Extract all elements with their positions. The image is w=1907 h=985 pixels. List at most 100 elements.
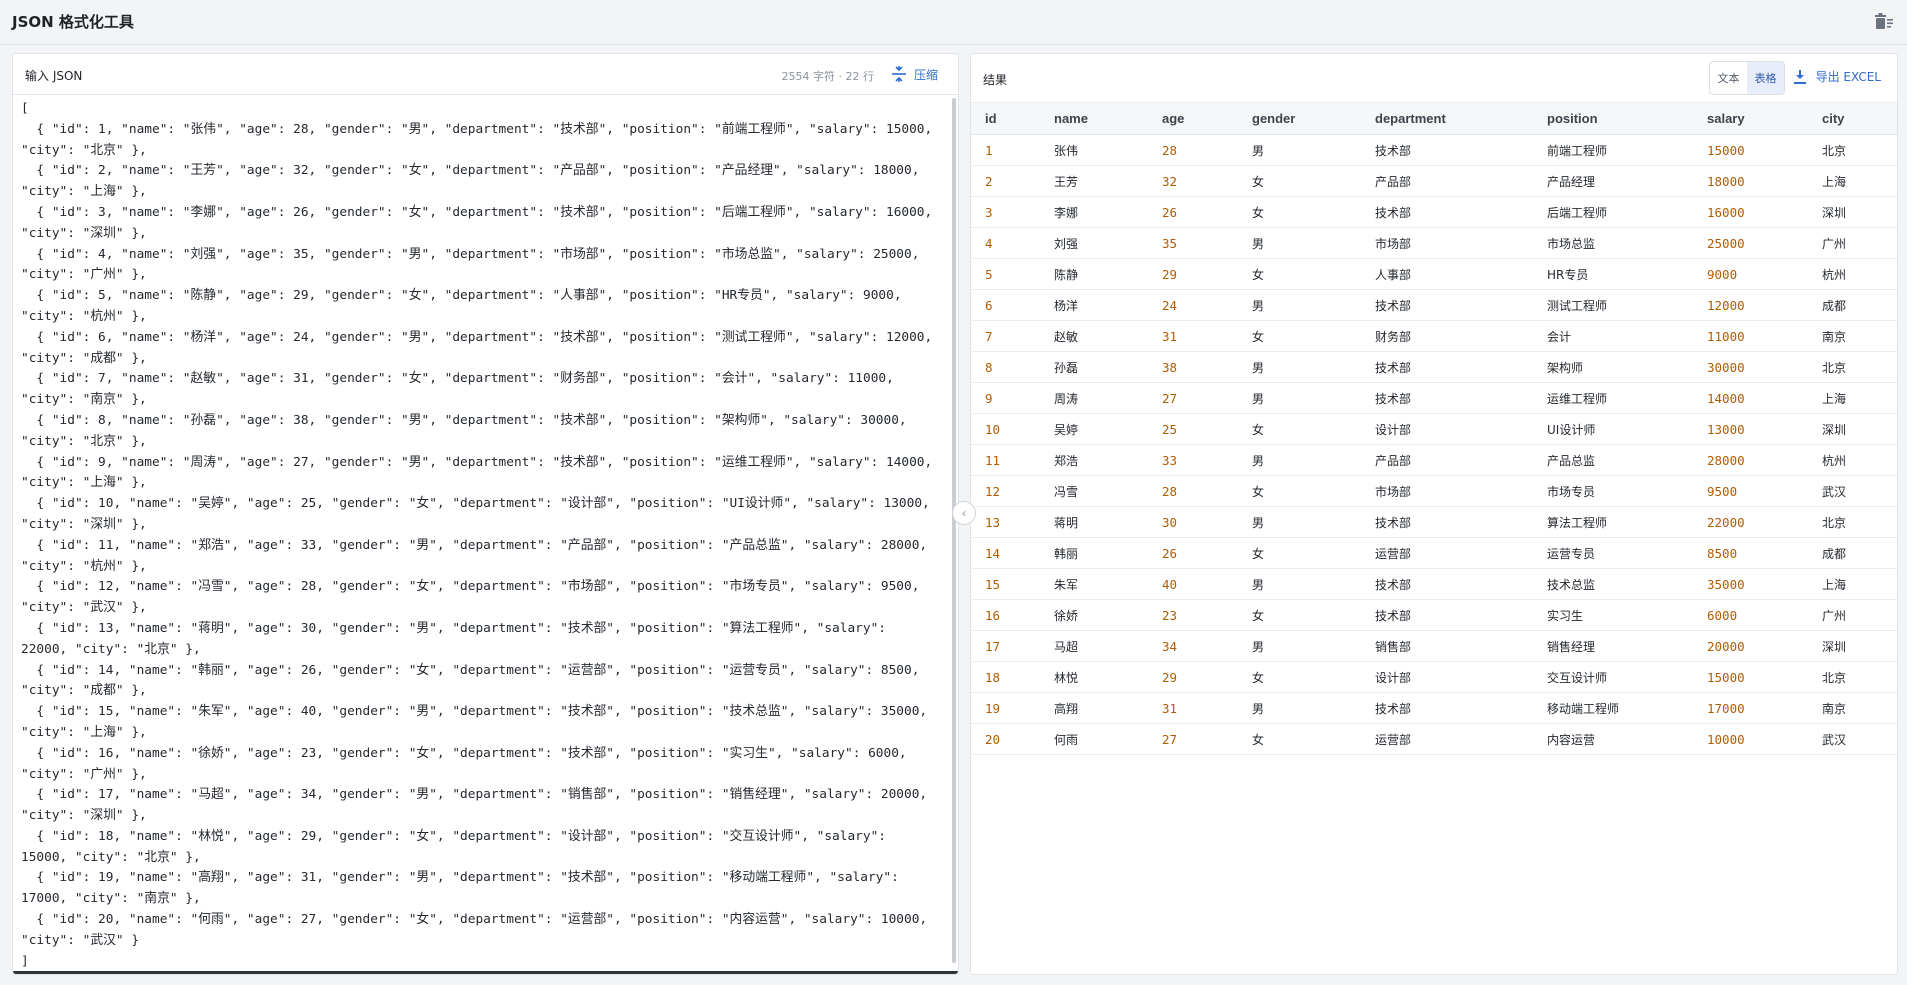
cell-gender: 女 xyxy=(1238,320,1361,352)
cell-gender: 男 xyxy=(1238,568,1361,600)
cell-id: 19 xyxy=(971,692,1040,724)
cell-name: 刘强 xyxy=(1040,227,1148,259)
json-input[interactable]: [ { "id": 1, "name": "张伟", "age": 28, "g… xyxy=(13,95,953,967)
cell-name: 马超 xyxy=(1040,630,1148,662)
cell-salary: 12000 xyxy=(1693,289,1808,321)
table-row: 6 杨洋 24 男技术部 测试工程师 12000 成都 xyxy=(971,289,1897,321)
export-excel-button[interactable]: 导出 EXCEL xyxy=(1793,68,1881,85)
cell-age: 23 xyxy=(1148,599,1238,631)
column-header-id[interactable]: id xyxy=(971,102,1040,135)
cell-age: 40 xyxy=(1148,568,1238,600)
column-header-gender[interactable]: gender xyxy=(1238,102,1361,135)
cell-name: 孙磊 xyxy=(1040,351,1148,383)
table-row: 10 吴婷 25 女设计部 UI设计师 13000 深圳 xyxy=(971,413,1897,445)
cell-name: 李娜 xyxy=(1040,196,1148,228)
cell-id: 18 xyxy=(971,661,1040,693)
cell-id: 17 xyxy=(971,630,1040,662)
cell-department: 市场部 xyxy=(1361,475,1533,507)
view-text-option[interactable]: 文本 xyxy=(1710,62,1747,94)
cell-id: 5 xyxy=(971,258,1040,290)
table-row: 19 高翔 31 男技术部 移动端工程师 17000 南京 xyxy=(971,692,1897,724)
cell-city: 南京 xyxy=(1808,692,1897,724)
cell-city: 上海 xyxy=(1808,382,1897,414)
cell-name: 韩丽 xyxy=(1040,537,1148,569)
table-row: 17 马超 34 男销售部 销售经理 20000 深圳 xyxy=(971,630,1897,662)
column-header-city[interactable]: city xyxy=(1808,102,1897,135)
cell-id: 15 xyxy=(971,568,1040,600)
table-row: 3 李娜 26 女技术部 后端工程师 16000 深圳 xyxy=(971,196,1897,228)
cell-position: UI设计师 xyxy=(1533,413,1693,445)
cell-salary: 17000 xyxy=(1693,692,1808,724)
cell-city: 杭州 xyxy=(1808,444,1897,476)
cell-name: 高翔 xyxy=(1040,692,1148,724)
cell-gender: 女 xyxy=(1238,196,1361,228)
clear-button[interactable] xyxy=(1873,10,1895,32)
cell-salary: 18000 xyxy=(1693,165,1808,197)
cell-name: 冯雪 xyxy=(1040,475,1148,507)
column-header-age[interactable]: age xyxy=(1148,102,1238,135)
cell-city: 北京 xyxy=(1808,351,1897,383)
cell-department: 财务部 xyxy=(1361,320,1533,352)
compress-button[interactable]: 压缩 xyxy=(891,64,938,84)
column-header-salary[interactable]: salary xyxy=(1693,102,1808,135)
cell-age: 31 xyxy=(1148,320,1238,352)
cell-age: 29 xyxy=(1148,258,1238,290)
cell-department: 技术部 xyxy=(1361,134,1533,166)
cell-name: 何雨 xyxy=(1040,723,1148,755)
cell-position: 架构师 xyxy=(1533,351,1693,383)
cell-position: 移动端工程师 xyxy=(1533,692,1693,724)
cell-salary: 15000 xyxy=(1693,661,1808,693)
cell-gender: 女 xyxy=(1238,165,1361,197)
cell-age: 25 xyxy=(1148,413,1238,445)
column-header-department[interactable]: department xyxy=(1361,102,1533,135)
cell-salary: 35000 xyxy=(1693,568,1808,600)
cell-gender: 女 xyxy=(1238,413,1361,445)
column-header-name[interactable]: name xyxy=(1040,102,1148,135)
view-table-option[interactable]: 表格 xyxy=(1747,62,1784,94)
cell-department: 销售部 xyxy=(1361,630,1533,662)
table-row: 9 周涛 27 男技术部 运维工程师 14000 上海 xyxy=(971,382,1897,414)
column-header-position[interactable]: position xyxy=(1533,102,1693,135)
collapse-handle[interactable]: ‹ xyxy=(952,501,976,525)
cell-age: 28 xyxy=(1148,134,1238,166)
cell-city: 深圳 xyxy=(1808,413,1897,445)
cell-gender: 女 xyxy=(1238,723,1361,755)
cell-position: 产品总监 xyxy=(1533,444,1693,476)
cell-salary: 25000 xyxy=(1693,227,1808,259)
cell-age: 26 xyxy=(1148,196,1238,228)
cell-city: 深圳 xyxy=(1808,630,1897,662)
cell-gender: 女 xyxy=(1238,537,1361,569)
cell-age: 34 xyxy=(1148,630,1238,662)
top-bar: JSON 格式化工具 xyxy=(0,0,1907,45)
cell-salary: 15000 xyxy=(1693,134,1808,166)
cell-gender: 女 xyxy=(1238,599,1361,631)
cell-name: 蒋明 xyxy=(1040,506,1148,538)
cell-age: 30 xyxy=(1148,506,1238,538)
table-row: 8 孙磊 38 男技术部 架构师 30000 北京 xyxy=(971,351,1897,383)
cell-name: 陈静 xyxy=(1040,258,1148,290)
cell-id: 9 xyxy=(971,382,1040,414)
cell-department: 技术部 xyxy=(1361,351,1533,383)
json-scrollbar[interactable] xyxy=(952,98,956,963)
char-count: 2554 字符 · 22 行 xyxy=(781,70,874,83)
result-label: 结果 xyxy=(983,73,1008,87)
input-panel: 输入 JSON 2554 字符 · 22 行 压缩 [ { "id": 1, "… xyxy=(12,53,959,975)
cell-salary: 9000 xyxy=(1693,258,1808,290)
cell-salary: 20000 xyxy=(1693,630,1808,662)
cell-department: 技术部 xyxy=(1361,506,1533,538)
cell-position: 交互设计师 xyxy=(1533,661,1693,693)
cell-name: 徐娇 xyxy=(1040,599,1148,631)
cell-city: 广州 xyxy=(1808,599,1897,631)
cell-name: 杨洋 xyxy=(1040,289,1148,321)
cell-position: 实习生 xyxy=(1533,599,1693,631)
table-row: 4 刘强 35 男市场部 市场总监 25000 广州 xyxy=(971,227,1897,259)
cell-id: 8 xyxy=(971,351,1040,383)
cell-salary: 22000 xyxy=(1693,506,1808,538)
table-row: 11 郑浩 33 男产品部 产品总监 28000 杭州 xyxy=(971,444,1897,476)
table-body: 1 张伟 28 男技术部 前端工程师 15000 北京 2 王芳 32 女产品部 产品经理 18000 上… xyxy=(971,134,1897,755)
cell-city: 上海 xyxy=(1808,165,1897,197)
table-header-row: id name age gender department position salary c… xyxy=(971,102,1897,135)
result-panel-header: 结果 文本 表格 导出 EXCEL xyxy=(971,54,1897,102)
chevron-left-icon: ‹ xyxy=(962,506,966,520)
cell-name: 张伟 xyxy=(1040,134,1148,166)
